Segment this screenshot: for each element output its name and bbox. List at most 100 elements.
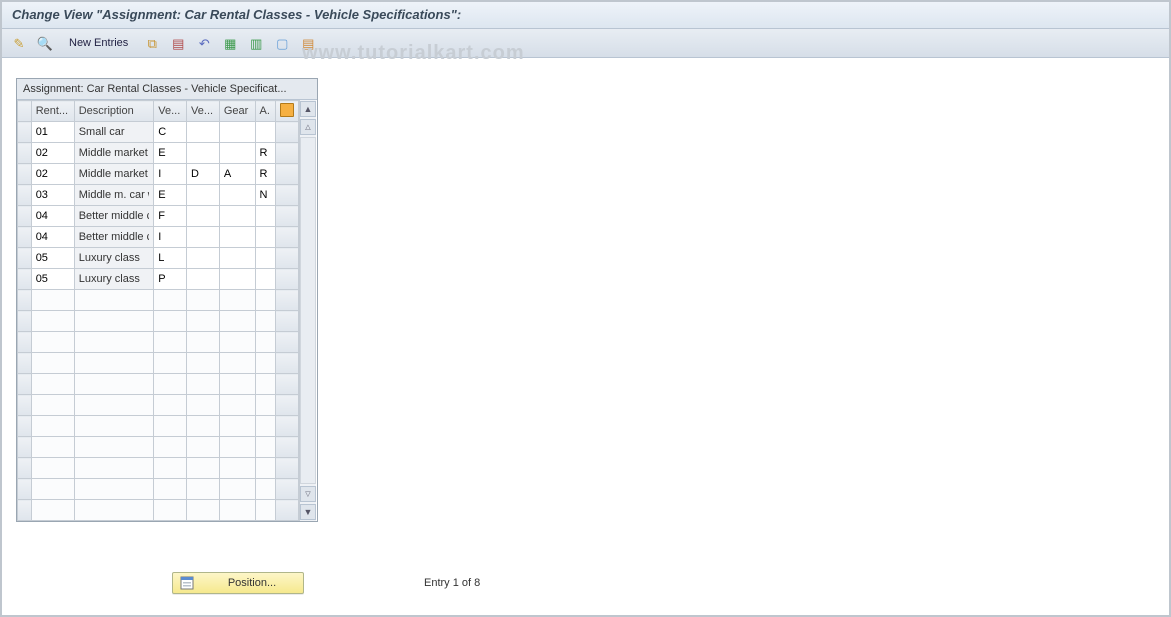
cell-a[interactable] [256,311,275,331]
row-selector[interactable] [18,332,32,353]
cell-a[interactable] [256,395,275,415]
col-header-gear[interactable]: Gear [219,101,255,122]
row-selector[interactable] [18,437,32,458]
vertical-scrollbar[interactable]: ▲ △ ▽ ▼ [299,100,316,521]
cell-vehicle-1[interactable] [154,353,186,373]
cell-rental-class[interactable] [32,248,74,268]
cell-vehicle-1[interactable] [154,164,186,184]
cell-vehicle-1[interactable] [154,500,186,520]
cell-a[interactable] [256,122,275,142]
cell-vehicle-2[interactable] [187,500,219,520]
scroll-up-button[interactable]: ▲ [300,101,316,117]
deselect-all-button[interactable]: ▢ [271,32,293,54]
cell-a[interactable] [256,248,275,268]
cell-vehicle-1[interactable] [154,290,186,310]
cell-vehicle-2[interactable] [187,458,219,478]
cell-rental-class[interactable] [32,269,74,289]
cell-a[interactable] [256,269,275,289]
find-button[interactable]: 🔍 [34,32,56,54]
row-selector[interactable] [18,269,32,290]
cell-vehicle-2[interactable] [187,374,219,394]
cell-vehicle-2[interactable] [187,353,219,373]
scroll-down-step-button[interactable]: ▽ [300,486,316,502]
cell-vehicle-2[interactable] [187,437,219,457]
cell-rental-class[interactable] [32,143,74,163]
cell-gear[interactable] [220,416,255,436]
cell-a[interactable] [256,143,275,163]
cell-gear[interactable] [220,290,255,310]
cell-vehicle-2[interactable] [187,185,219,205]
cell-a[interactable] [256,479,275,499]
cell-vehicle-1[interactable] [154,143,186,163]
col-header-vehicle-1[interactable]: Ve... [154,101,187,122]
scroll-track[interactable] [300,137,316,484]
cell-vehicle-1[interactable] [154,269,186,289]
cell-gear[interactable] [220,206,255,226]
cell-rental-class[interactable] [32,227,74,247]
cell-gear[interactable] [220,143,255,163]
scroll-up-step-button[interactable]: △ [300,119,316,135]
cell-gear[interactable] [220,269,255,289]
row-selector[interactable] [18,143,32,164]
cell-vehicle-2[interactable] [187,227,219,247]
cell-a[interactable] [256,353,275,373]
cell-vehicle-1[interactable] [154,395,186,415]
toggle-change-display-button[interactable]: ✎ [8,32,30,54]
cell-vehicle-2[interactable] [187,164,219,184]
cell-rental-class[interactable] [32,290,74,310]
cell-rental-class[interactable] [32,479,74,499]
cell-vehicle-2[interactable] [187,122,219,142]
row-selector[interactable] [18,479,32,500]
cell-a[interactable] [256,164,275,184]
cell-rental-class[interactable] [32,122,74,142]
col-header-description[interactable]: Description [74,101,154,122]
row-selector[interactable] [18,395,32,416]
cell-vehicle-2[interactable] [187,311,219,331]
position-button[interactable]: Position... [172,572,304,594]
cell-vehicle-1[interactable] [154,227,186,247]
cell-rental-class[interactable] [32,437,74,457]
cell-gear[interactable] [220,374,255,394]
cell-a[interactable] [256,332,275,352]
col-header-vehicle-2[interactable]: Ve... [187,101,220,122]
row-selector[interactable] [18,227,32,248]
cell-gear[interactable] [220,437,255,457]
cell-a[interactable] [256,437,275,457]
new-entries-button[interactable]: New Entries [60,32,137,54]
row-selector[interactable] [18,206,32,227]
cell-vehicle-1[interactable] [154,374,186,394]
cell-vehicle-2[interactable] [187,479,219,499]
cell-a[interactable] [256,290,275,310]
row-selector[interactable] [18,185,32,206]
cell-gear[interactable] [220,164,255,184]
cell-vehicle-1[interactable] [154,479,186,499]
row-selector[interactable] [18,248,32,269]
cell-gear[interactable] [220,458,255,478]
cell-vehicle-2[interactable] [187,416,219,436]
cell-a[interactable] [256,185,275,205]
cell-a[interactable] [256,416,275,436]
col-header-rental-class[interactable]: Rent... [31,101,74,122]
row-selector[interactable] [18,416,32,437]
cell-rental-class[interactable] [32,311,74,331]
cell-rental-class[interactable] [32,353,74,373]
row-selector[interactable] [18,500,32,521]
cell-a[interactable] [256,227,275,247]
cell-a[interactable] [256,458,275,478]
col-header-configure[interactable] [275,101,298,122]
cell-gear[interactable] [220,185,255,205]
cell-vehicle-1[interactable] [154,416,186,436]
delete-button[interactable]: ▤ [167,32,189,54]
row-selector[interactable] [18,122,32,143]
cell-gear[interactable] [220,395,255,415]
select-all-button[interactable]: ▦ [219,32,241,54]
cell-rental-class[interactable] [32,206,74,226]
cell-vehicle-2[interactable] [187,206,219,226]
cell-rental-class[interactable] [32,332,74,352]
cell-vehicle-2[interactable] [187,143,219,163]
cell-vehicle-2[interactable] [187,290,219,310]
cell-gear[interactable] [220,353,255,373]
cell-vehicle-2[interactable] [187,332,219,352]
cell-vehicle-2[interactable] [187,248,219,268]
cell-gear[interactable] [220,500,255,520]
